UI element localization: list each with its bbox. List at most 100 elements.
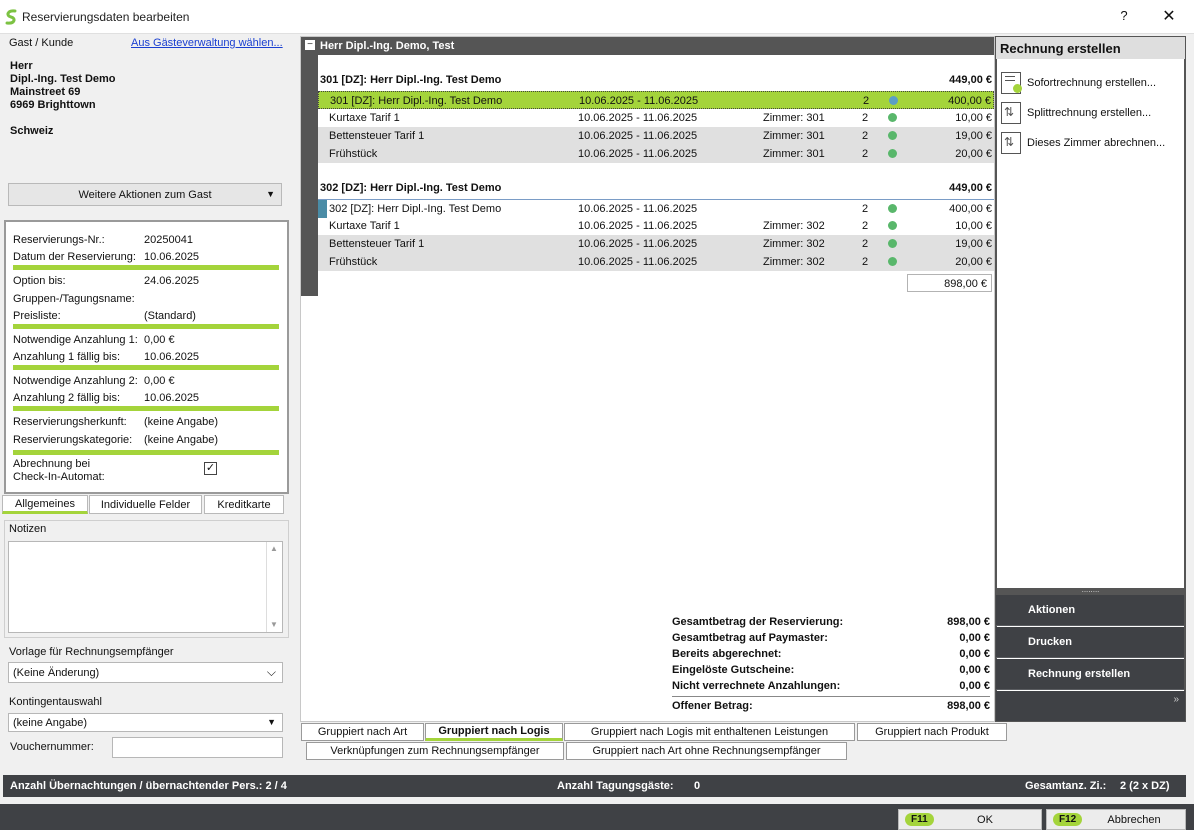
reservation-field-value: (keine Angabe) bbox=[144, 416, 218, 428]
summary-row: Offener Betrag: 898,00 € bbox=[672, 700, 990, 716]
grouping-tab[interactable]: Gruppiert nach Art bbox=[301, 723, 424, 741]
invoice-template-select[interactable]: (Keine Änderung) ⌵ bbox=[8, 662, 283, 683]
row-quantity: 2 bbox=[862, 256, 869, 268]
scroll-down-icon[interactable]: ▼ bbox=[270, 620, 278, 629]
reservation-field-value: 24.06.2025 bbox=[144, 275, 200, 287]
row-selection-marker bbox=[318, 200, 327, 218]
reservation-field-label: Reservierungsherkunft: bbox=[13, 416, 127, 428]
summary-label: Offener Betrag: bbox=[672, 700, 753, 712]
reservation-field-label: Option bis: bbox=[13, 275, 66, 287]
row-name: 302 [DZ]: Herr Dipl.-Ing. Test Demo bbox=[329, 203, 502, 215]
invoice-option[interactable]: Sofortrechnung erstellen... bbox=[1027, 77, 1156, 89]
notes-label: Notizen bbox=[9, 523, 47, 535]
euro-badge bbox=[1013, 84, 1022, 93]
grouping-tab[interactable]: Gruppiert nach Art ohne Rechnungsempfäng… bbox=[566, 742, 847, 760]
dropdown-arrow-icon: ▼ bbox=[267, 717, 276, 727]
summary-value: 898,00 € bbox=[947, 700, 990, 712]
row-dates: 10.06.2025 - 11.06.2025 bbox=[578, 256, 698, 268]
ok-shortcut-key: F11 bbox=[905, 813, 934, 826]
row-amount: 20,00 € bbox=[955, 148, 992, 160]
table-row[interactable]: Frühstück 10.06.2025 - 11.06.2025 Zimmer: … bbox=[318, 253, 994, 271]
invoice-template-label: Vorlage für Rechnungsempfänger bbox=[9, 646, 174, 658]
create-invoice-button[interactable]: Rechnung erstellen bbox=[996, 659, 1184, 690]
close-button[interactable]: ✕ bbox=[1158, 6, 1180, 26]
reservation-field-value: 0,00 € bbox=[144, 334, 175, 346]
row-quantity: 2 bbox=[862, 112, 869, 124]
row-name: Kurtaxe Tarif 1 bbox=[329, 220, 400, 232]
doc-line bbox=[1005, 80, 1015, 81]
row-dates: 10.06.2025 - 11.06.2025 bbox=[579, 95, 699, 107]
row-dates: 10.06.2025 - 11.06.2025 bbox=[578, 238, 698, 250]
table-row[interactable]: Kurtaxe Tarif 1 10.06.2025 - 11.06.2025 Zi… bbox=[318, 217, 994, 235]
actions-button[interactable]: Aktionen bbox=[996, 595, 1184, 626]
notes-scrollbar[interactable]: ▲ ▼ bbox=[266, 542, 282, 632]
summary-label: Gesamtbetrag der Reservierung: bbox=[672, 616, 844, 628]
collapse-icon[interactable]: − bbox=[305, 40, 315, 50]
table-row[interactable]: Bettensteuer Tarif 1 10.06.2025 - 11.06.2… bbox=[318, 127, 994, 145]
table-row[interactable]: Bettensteuer Tarif 1 10.06.2025 - 11.06.2… bbox=[318, 235, 994, 253]
guest-street: Mainstreet 69 bbox=[10, 86, 81, 98]
grouping-tab[interactable]: Verknüpfungen zum Rechnungsempfänger bbox=[306, 742, 564, 760]
checkin-checkbox[interactable]: ✓ bbox=[204, 462, 217, 475]
summary-row: Gesamtbetrag auf Paymaster: 0,00 € bbox=[672, 632, 990, 648]
room-group-title: 302 [DZ]: Herr Dipl.-Ing. Test Demo bbox=[320, 182, 502, 194]
scroll-up-icon[interactable]: ▲ bbox=[270, 544, 278, 553]
checkin-label-line1: Abrechnung bei bbox=[13, 458, 91, 470]
quota-value: (keine Angabe) bbox=[13, 717, 87, 729]
arrow-glyph: ⇅ bbox=[1004, 135, 1015, 149]
row-dates: 10.06.2025 - 11.06.2025 bbox=[578, 112, 698, 124]
grid-left-gutter bbox=[301, 37, 318, 296]
guest-actions-button[interactable]: Weitere Aktionen zum Gast ▼ bbox=[8, 183, 282, 206]
row-quantity: 2 bbox=[862, 130, 869, 142]
total-rooms-label: Gesamtanz. Zi.: bbox=[1025, 780, 1107, 792]
summary-row: Gesamtbetrag der Reservierung: 898,00 € bbox=[672, 616, 990, 632]
invoice-doc-icon bbox=[1001, 72, 1022, 94]
reservation-field-value: 10.06.2025 bbox=[144, 351, 200, 363]
choose-guest-link[interactable]: Aus Gästeverwaltung wählen... bbox=[131, 37, 283, 49]
status-dot-icon bbox=[888, 221, 897, 230]
field-separator bbox=[13, 265, 279, 270]
tab-allgemeines[interactable]: Allgemeines bbox=[2, 495, 88, 514]
grouping-tab[interactable]: Gruppiert nach Logis mit enthaltenen Lei… bbox=[564, 723, 855, 741]
more-icon[interactable]: » bbox=[1173, 694, 1179, 705]
cancel-label: Abbrechen bbox=[1107, 813, 1161, 826]
quota-select[interactable]: (keine Angabe) ▼ bbox=[8, 713, 283, 732]
table-row[interactable]: Kurtaxe Tarif 1 10.06.2025 - 11.06.2025 Zi… bbox=[318, 109, 994, 127]
notes-textarea[interactable] bbox=[8, 541, 283, 633]
summary-value: 0,00 € bbox=[959, 632, 990, 644]
voucher-input[interactable] bbox=[112, 737, 283, 758]
grid-header-title: Herr Dipl.-Ing. Demo, Test bbox=[320, 40, 455, 52]
summary-row: Bereits abgerechnet: 0,00 € bbox=[672, 648, 990, 664]
conference-guests-label: Anzahl Tagungsgäste: bbox=[557, 780, 674, 792]
table-row[interactable]: 302 [DZ]: Herr Dipl.-Ing. Test Demo 10.06… bbox=[318, 199, 994, 217]
print-button[interactable]: Drucken bbox=[996, 627, 1184, 658]
row-room: Zimmer: 301 bbox=[763, 130, 825, 142]
reservation-field-label: Anzahlung 2 fällig bis: bbox=[13, 392, 121, 404]
row-amount: 400,00 € bbox=[948, 95, 991, 107]
grouping-tab[interactable]: Gruppiert nach Produkt bbox=[857, 723, 1007, 741]
row-room: Zimmer: 302 bbox=[763, 238, 825, 250]
grouping-tab-active[interactable]: Gruppiert nach Logis bbox=[425, 723, 563, 741]
cancel-button[interactable]: F12 Abbrechen bbox=[1046, 809, 1186, 830]
reservation-field-label: Notwendige Anzahlung 2: bbox=[13, 375, 138, 387]
guest-name: Dipl.-Ing. Test Demo bbox=[10, 73, 116, 85]
help-button[interactable]: ? bbox=[1114, 8, 1134, 26]
row-quantity: 2 bbox=[862, 238, 869, 250]
reservation-field-label: Reservierungs-Nr.: bbox=[13, 234, 105, 246]
table-row[interactable]: Frühstück 10.06.2025 - 11.06.2025 Zimmer: … bbox=[318, 145, 994, 163]
row-amount: 19,00 € bbox=[955, 238, 992, 250]
room-invoice-icon: ⇅ bbox=[1001, 132, 1021, 154]
right-panel-overflow: » bbox=[996, 691, 1185, 721]
status-bar: Anzahl Übernachtungen / übernachtender P… bbox=[3, 775, 1186, 797]
reservation-field-value: 10.06.2025 bbox=[144, 251, 200, 263]
tab-individuelle-felder[interactable]: Individuelle Felder bbox=[89, 495, 202, 514]
invoice-option[interactable]: Splittrechnung erstellen... bbox=[1027, 107, 1151, 119]
resize-grip[interactable]: ........ bbox=[996, 586, 1185, 595]
invoice-option[interactable]: Dieses Zimmer abrechnen... bbox=[1027, 137, 1165, 149]
table-row[interactable]: 301 [DZ]: Herr Dipl.-Ing. Test Demo 10.06… bbox=[318, 91, 994, 109]
ok-button[interactable]: F11 OK bbox=[898, 809, 1042, 830]
tab-kreditkarte[interactable]: Kreditkarte bbox=[204, 495, 284, 514]
status-dot-icon bbox=[888, 131, 897, 140]
row-room: Zimmer: 301 bbox=[763, 112, 825, 124]
status-dot-icon bbox=[888, 149, 897, 158]
